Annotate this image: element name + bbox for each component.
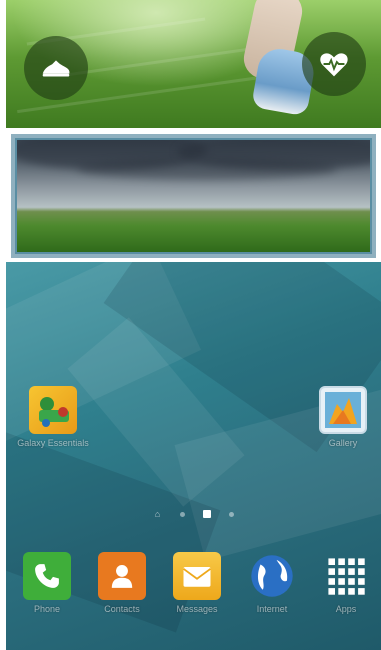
home-page-icon[interactable]: ⌂ <box>154 510 162 519</box>
app-label: Apps <box>335 604 357 614</box>
dock-internet[interactable]: Internet <box>233 552 311 614</box>
app-label: Messages <box>176 604 218 614</box>
page-indicator[interactable]: ⌂ <box>6 510 381 519</box>
page-dot[interactable] <box>228 511 234 517</box>
apps-grid-icon <box>322 552 370 600</box>
app-gallery[interactable]: Gallery <box>304 386 381 448</box>
internet-icon <box>248 552 296 600</box>
running-shoe-button[interactable] <box>24 36 88 100</box>
page-dot-active[interactable] <box>202 510 211 518</box>
dock-contacts[interactable]: Contacts <box>83 552 161 614</box>
heart-rate-button[interactable] <box>302 32 366 96</box>
dock-apps[interactable]: Apps <box>307 552 381 614</box>
app-label: Internet <box>256 604 288 614</box>
phone-icon <box>23 552 71 600</box>
app-label: Gallery <box>328 438 358 448</box>
essentials-icon <box>29 386 77 434</box>
running-shoe-icon <box>42 60 70 77</box>
home-screen: Galaxy Essentials Gallery ⌂ Phone Contac… <box>6 0 381 650</box>
dock-messages[interactable]: Messages <box>158 552 236 614</box>
app-galaxy-essentials[interactable]: Galaxy Essentials <box>14 386 92 448</box>
dock-phone[interactable]: Phone <box>8 552 86 614</box>
contacts-icon <box>98 552 146 600</box>
app-label: Contacts <box>104 604 140 614</box>
gallery-icon <box>319 386 367 434</box>
dock: Phone Contacts Messages Internet Apps <box>6 552 381 650</box>
landscape-photo <box>15 138 372 254</box>
app-label: Phone <box>33 604 61 614</box>
app-label: Galaxy Essentials <box>17 438 89 448</box>
fitness-widget[interactable] <box>6 0 381 128</box>
landscape-widget[interactable] <box>9 132 378 260</box>
messages-icon <box>173 552 221 600</box>
heart-rate-icon <box>320 53 348 77</box>
page-dot[interactable] <box>179 511 185 517</box>
